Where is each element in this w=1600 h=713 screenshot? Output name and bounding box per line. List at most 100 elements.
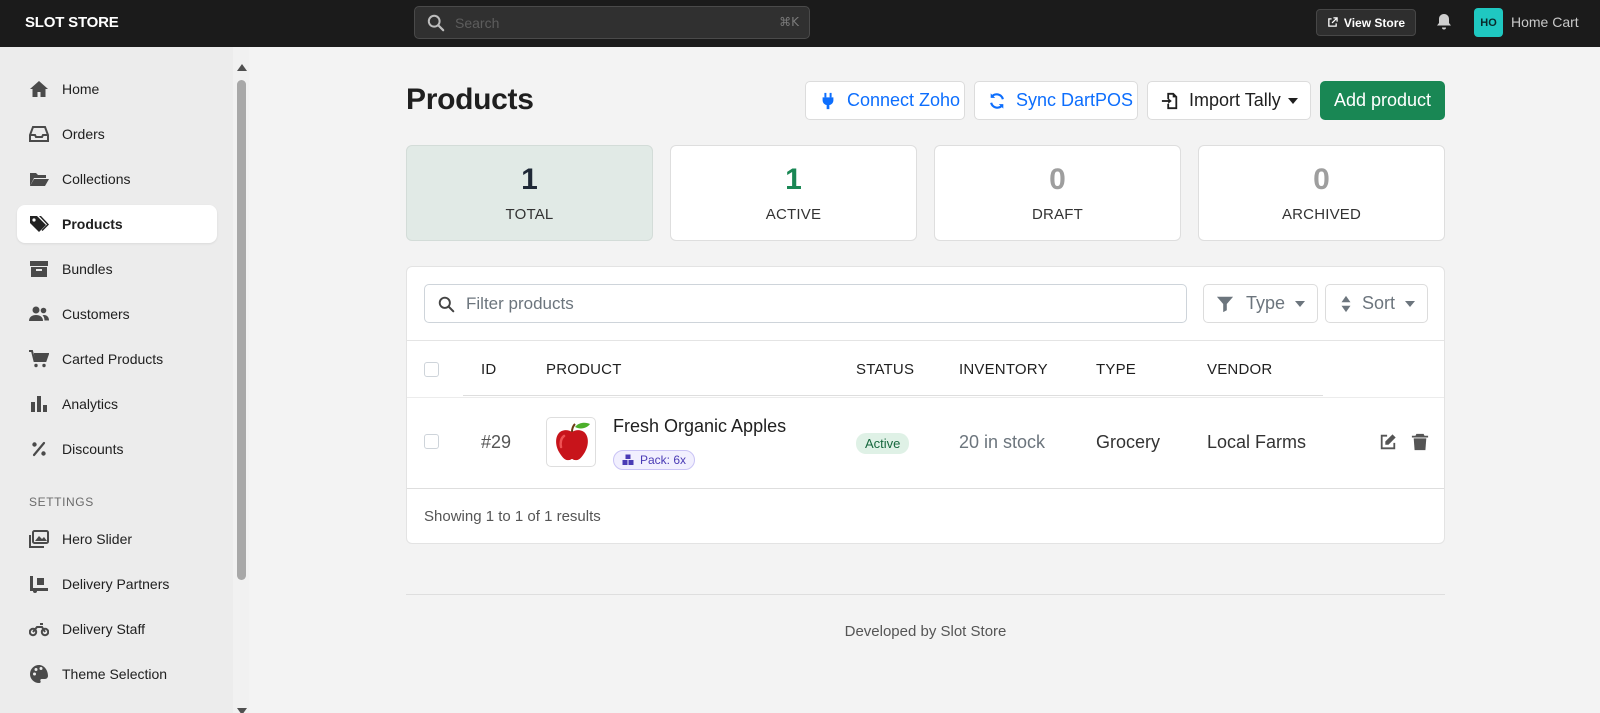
apple-image <box>556 422 590 461</box>
stat-active-card[interactable]: 1 ACTIVE <box>670 145 917 241</box>
type-filter-dropdown[interactable]: Type <box>1203 284 1318 323</box>
product-thumbnail[interactable] <box>546 417 596 467</box>
sidebar-item-delivery-partners[interactable]: Delivery Partners <box>17 565 217 603</box>
sync-dartpos-button[interactable]: Sync DartPOS <box>974 81 1138 120</box>
sidebar-scroll-thumb[interactable] <box>237 80 246 580</box>
stat-draft-card[interactable]: 0 DRAFT <box>934 145 1181 241</box>
tags-icon <box>30 216 49 232</box>
folder-open-icon <box>30 173 49 186</box>
sort-dropdown[interactable]: Sort <box>1325 284 1428 323</box>
avatar[interactable]: HO <box>1474 8 1503 37</box>
sidebar-item-orders[interactable]: Orders <box>17 115 217 153</box>
view-store-button[interactable]: View Store <box>1316 9 1416 36</box>
connect-zoho-button[interactable]: Connect Zoho <box>805 81 965 120</box>
column-header-vendor[interactable]: VENDOR <box>1207 361 1272 378</box>
connect-zoho-label: Connect Zoho <box>847 90 961 110</box>
product-vendor: Local Farms <box>1207 432 1307 452</box>
global-search[interactable]: ⌘K <box>414 6 810 39</box>
stat-total-card[interactable]: 1 TOTAL <box>406 145 653 241</box>
trash-icon[interactable] <box>1411 433 1429 451</box>
sidebar-item-customers[interactable]: Customers <box>17 295 217 333</box>
sidebar-item-bundles[interactable]: Bundles <box>17 250 217 288</box>
select-all-checkbox[interactable] <box>424 362 439 377</box>
stat-label: ACTIVE <box>765 206 822 223</box>
chevron-down-icon <box>1288 98 1298 104</box>
edit-icon[interactable] <box>1379 433 1397 451</box>
divider <box>406 594 1445 595</box>
sidebar-item-discounts[interactable]: Discounts <box>17 430 217 468</box>
view-store-label: View Store <box>1343 15 1406 30</box>
motorcycle-icon <box>29 623 49 637</box>
product-id[interactable]: #29 <box>481 432 511 453</box>
import-tally-dropdown[interactable]: Import Tally <box>1147 81 1311 120</box>
plug-icon <box>822 92 834 109</box>
divider <box>407 488 1444 489</box>
sync-dartpos-label: Sync DartPOS <box>1016 90 1134 110</box>
search-icon <box>438 296 455 313</box>
filter-products-input[interactable] <box>466 294 1166 314</box>
pack-badge: Pack: 6x <box>613 450 696 470</box>
bar-chart-icon <box>31 396 47 412</box>
stat-label: ARCHIVED <box>1281 206 1362 223</box>
product-type: Grocery <box>1096 432 1161 452</box>
sidebar-item-home[interactable]: Home <box>17 70 217 108</box>
sidebar-item-label: Orders <box>62 126 105 142</box>
sidebar: Home Orders Collections Products Bundles… <box>0 47 233 713</box>
sidebar-item-products[interactable]: Products <box>17 205 217 243</box>
row-checkbox[interactable] <box>424 434 439 449</box>
home-icon <box>30 81 48 97</box>
sidebar-item-label: Analytics <box>62 396 119 412</box>
scroll-up-icon[interactable] <box>237 64 247 71</box>
sidebar-item-label: Hero Slider <box>62 531 133 547</box>
users-icon <box>29 306 49 321</box>
add-product-button[interactable]: Add product <box>1320 81 1445 120</box>
settings-section-label: SETTINGS <box>29 495 94 509</box>
search-shortcut-hint: ⌘K <box>779 15 799 29</box>
sort-label: Sort <box>1362 293 1396 313</box>
store-name[interactable]: Home Cart <box>1511 14 1579 30</box>
stat-value: 1 <box>785 163 802 196</box>
column-header-product[interactable]: PRODUCT <box>546 361 622 378</box>
boxes-icon <box>622 454 634 465</box>
sidebar-item-hero-slider[interactable]: Hero Slider <box>17 520 217 558</box>
column-header-inventory[interactable]: INVENTORY <box>959 361 1048 378</box>
chevron-down-icon <box>1405 301 1415 307</box>
scroll-down-icon[interactable] <box>237 708 247 713</box>
column-header-status[interactable]: STATUS <box>856 361 914 378</box>
palette-icon <box>30 665 48 683</box>
sync-icon <box>990 92 1004 109</box>
inventory-value: 20 in stock <box>959 432 1046 452</box>
filter-products[interactable] <box>424 284 1187 323</box>
filter-icon <box>1216 296 1234 312</box>
images-icon <box>29 530 49 548</box>
sidebar-item-label: Customers <box>62 306 130 322</box>
import-tally-label: Import Tally <box>1189 90 1281 110</box>
column-header-id[interactable]: ID <box>481 361 496 378</box>
stat-value: 0 <box>1049 163 1066 196</box>
stat-label: TOTAL <box>505 206 554 223</box>
sidebar-item-delivery-staff[interactable]: Delivery Staff <box>17 610 217 648</box>
sidebar-item-label: Collections <box>62 171 131 187</box>
sidebar-item-carted-products[interactable]: Carted Products <box>17 340 217 378</box>
products-table-card: Type Sort ID PRODUCT STATUS INVENTORY TY… <box>406 266 1445 544</box>
divider <box>407 340 1444 341</box>
sort-icon <box>1341 295 1351 312</box>
bell-icon[interactable] <box>1434 12 1454 32</box>
global-search-input[interactable] <box>455 13 755 33</box>
status-badge: Active <box>856 433 910 454</box>
pack-label: Pack: 6x <box>640 453 687 467</box>
sidebar-item-analytics[interactable]: Analytics <box>17 385 217 423</box>
stat-archived-card[interactable]: 0 ARCHIVED <box>1198 145 1445 241</box>
sidebar-item-collections[interactable]: Collections <box>17 160 217 198</box>
search-icon <box>427 14 445 32</box>
sidebar-item-theme-selection[interactable]: Theme Selection <box>17 655 217 693</box>
file-import-icon <box>1161 92 1178 109</box>
page-title: Products <box>406 83 534 116</box>
pagination-summary: Showing 1 to 1 of 1 results <box>424 508 601 525</box>
sidebar-item-label: Bundles <box>62 261 113 277</box>
brand-logo[interactable]: SLOT STORE <box>25 0 119 47</box>
type-filter-label: Type <box>1246 293 1286 313</box>
product-name[interactable]: Fresh Organic Apples <box>613 416 786 437</box>
sidebar-item-label: Home <box>62 81 100 97</box>
column-header-type[interactable]: TYPE <box>1096 361 1136 378</box>
